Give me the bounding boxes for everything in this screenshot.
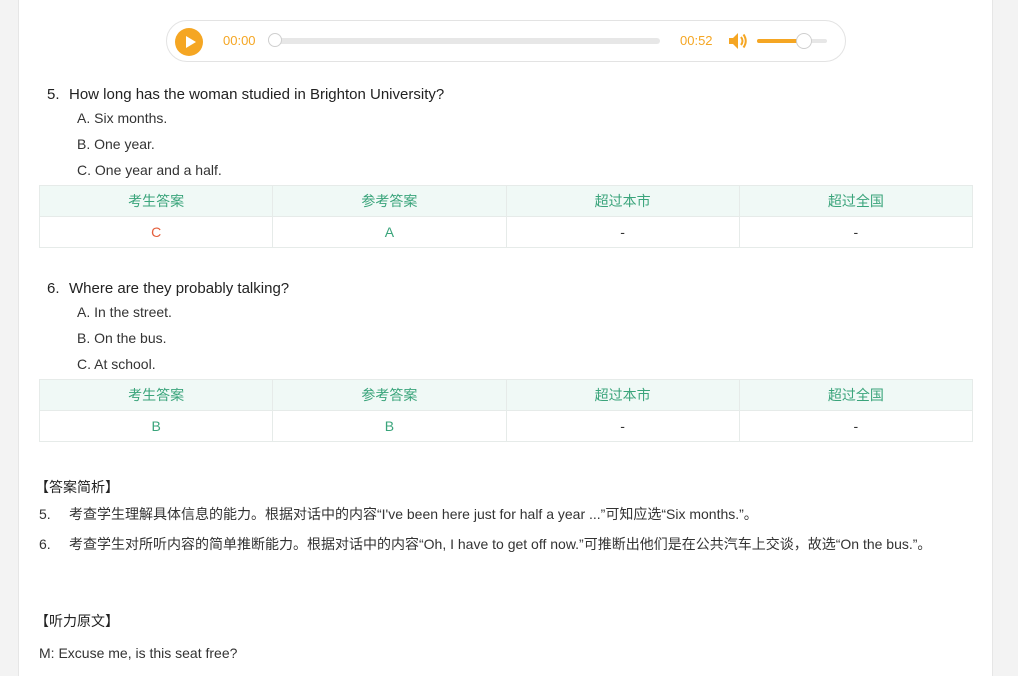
header-city-rank: 超过本市 [505,379,740,411]
analysis-text: 考查学生理解具体信息的能力。根据对话中的内容“I've been here ju… [69,506,758,522]
national-rank: - [738,216,974,248]
exam-review-page: 00:00 00:52 5. How long has the woman stu… [18,0,993,676]
header-student-answer: 考生答案 [38,379,274,411]
play-icon [186,36,196,48]
transcript-heading: 【听力原文】 [35,613,119,629]
option-b: B. On the bus. [77,330,167,346]
progress-bar[interactable] [268,33,660,47]
volume-icon[interactable] [727,31,749,51]
option-a: A. Six months. [77,110,168,126]
play-button[interactable] [175,28,203,56]
student-answer: C [38,216,274,248]
table-header-row: 考生答案 参考答案 超过本市 超过全国 [38,379,974,411]
question-title: 5. How long has the woman studied in Brig… [47,86,444,103]
current-time: 00:00 [223,33,256,48]
volume-slider[interactable] [757,33,827,49]
transcript-line: M: Excuse me, is this seat free? [39,645,238,661]
table-row: C A - - [38,216,974,248]
national-rank: - [738,410,974,442]
option-a: A. In the street. [77,304,172,320]
reference-answer: B [272,410,507,442]
header-reference-answer: 参考答案 [272,379,507,411]
analysis-heading: 【答案简析】 [35,479,119,495]
student-answer: B [38,410,274,442]
header-national-rank: 超过全国 [738,185,974,217]
analysis-number: 6. [39,536,51,552]
question-text: How long has the woman studied in Bright… [69,86,445,103]
analysis-number: 5. [39,506,51,522]
volume-thumb[interactable] [795,33,812,49]
reference-answer: A [272,216,507,248]
table-row: B B - - [38,410,974,442]
total-time: 00:52 [680,33,713,48]
option-b: B. One year. [77,136,155,152]
question-title: 6. Where are they probably talking? [47,280,289,297]
option-c: C. One year and a half. [77,162,222,178]
question-text: Where are they probably talking? [69,280,290,297]
answer-table: 考生答案 参考答案 超过本市 超过全国 B B - - [38,379,974,442]
progress-thumb[interactable] [268,33,282,47]
header-student-answer: 考生答案 [38,185,274,217]
analysis-text: 考查学生对所听内容的简单推断能力。根据对话中的内容“Oh, I have to … [69,536,932,552]
header-national-rank: 超过全国 [738,379,974,411]
answer-table: 考生答案 参考答案 超过本市 超过全国 C A - - [38,185,974,248]
city-rank: - [505,216,740,248]
option-c: C. At school. [77,356,156,372]
audio-player: 00:00 00:52 [166,20,846,62]
question-number: 5. [47,86,60,103]
header-reference-answer: 参考答案 [272,185,507,217]
header-city-rank: 超过本市 [505,185,740,217]
question-number: 6. [47,280,60,297]
city-rank: - [505,410,740,442]
table-header-row: 考生答案 参考答案 超过本市 超过全国 [38,185,974,217]
